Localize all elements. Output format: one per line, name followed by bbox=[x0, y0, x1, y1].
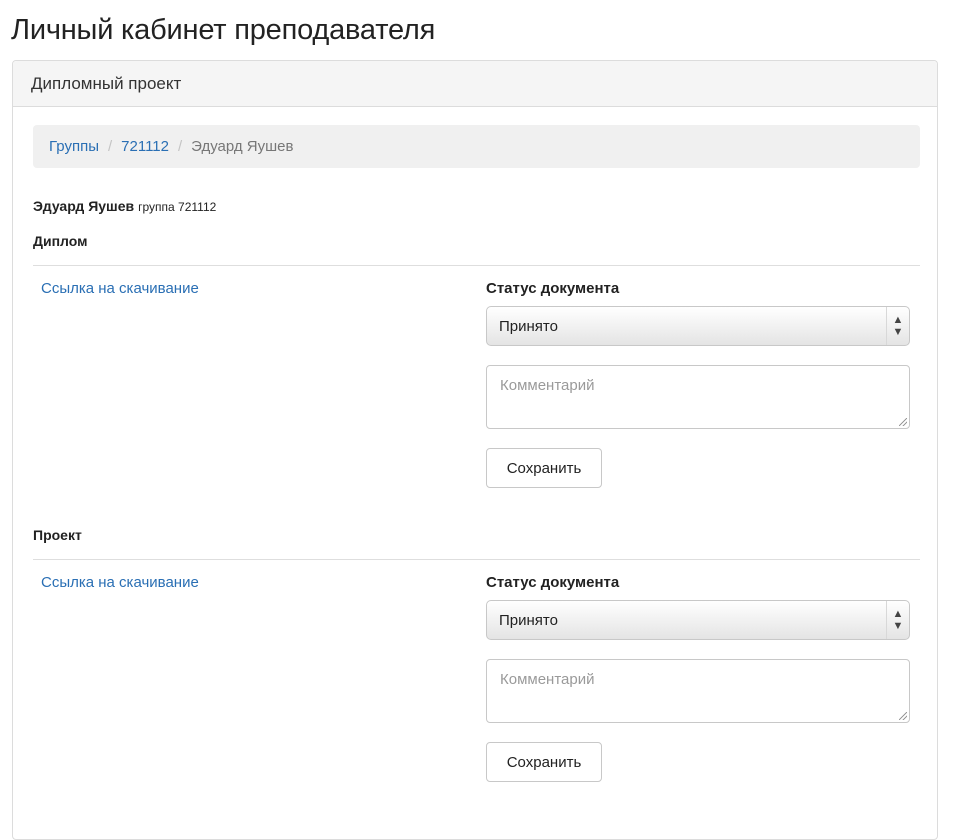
project-comment-field[interactable]: Комментарий bbox=[486, 659, 910, 723]
project-save-button[interactable]: Сохранить bbox=[486, 742, 602, 782]
project-status-value: Принято bbox=[499, 611, 558, 629]
diploma-status-value: Принято bbox=[499, 317, 558, 335]
project-comment-placeholder: Комментарий bbox=[500, 671, 595, 688]
resize-grip-icon[interactable] bbox=[899, 712, 907, 720]
project-status-select[interactable]: Принято ▲ ▼ bbox=[486, 600, 910, 640]
breadcrumb-current-student: Эдуард Яушев bbox=[191, 138, 294, 155]
student-group: группа 721112 bbox=[138, 200, 217, 214]
student-info: Эдуард Яушев группа 721112 bbox=[33, 198, 216, 214]
diploma-status-select[interactable]: Принято ▲ ▼ bbox=[486, 306, 910, 346]
breadcrumb-group-link[interactable]: 721112 bbox=[121, 138, 169, 155]
breadcrumb-separator: / bbox=[107, 138, 113, 155]
panel-heading: Дипломный проект bbox=[13, 61, 937, 107]
breadcrumb-separator: / bbox=[177, 138, 183, 155]
diploma-comment-field[interactable]: Комментарий bbox=[486, 365, 910, 429]
section-title-diploma: Диплом bbox=[33, 233, 88, 249]
diploma-panel: Дипломный проект Группы / 721112 / Эдуар… bbox=[12, 60, 938, 840]
diploma-save-button[interactable]: Сохранить bbox=[486, 448, 602, 488]
breadcrumb: Группы / 721112 / Эдуард Яушев bbox=[33, 125, 920, 168]
student-name: Эдуард Яушев bbox=[33, 198, 135, 214]
diploma-download-link[interactable]: Ссылка на скачивание bbox=[41, 280, 199, 297]
updown-arrows-icon: ▲ ▼ bbox=[886, 601, 909, 639]
panel-heading-title: Дипломный проект bbox=[31, 73, 182, 93]
diploma-status-label: Статус документа bbox=[486, 280, 620, 297]
project-status-label: Статус документа bbox=[486, 574, 620, 591]
section-divider bbox=[33, 265, 920, 266]
diploma-comment-placeholder: Комментарий bbox=[500, 377, 595, 394]
section-title-project: Проект bbox=[33, 527, 82, 543]
project-download-link[interactable]: Ссылка на скачивание bbox=[41, 574, 199, 591]
updown-arrows-icon: ▲ ▼ bbox=[886, 307, 909, 345]
breadcrumb-groups-link[interactable]: Группы bbox=[49, 138, 99, 155]
resize-grip-icon[interactable] bbox=[899, 418, 907, 426]
section-divider bbox=[33, 559, 920, 560]
page-title: Личный кабинет преподавателя bbox=[11, 14, 436, 46]
